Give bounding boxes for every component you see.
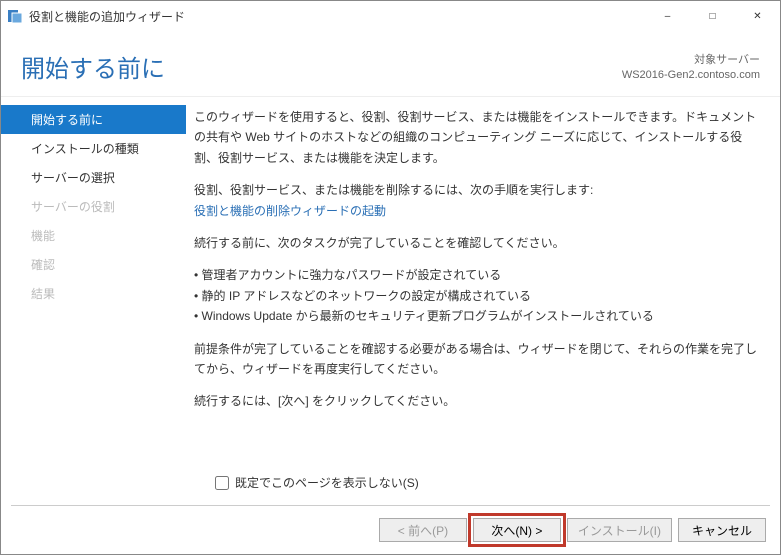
prereq-text: 前提条件が完了していることを確認する必要がある場合は、ウィザードを閉じて、それら…: [194, 339, 758, 380]
footer-buttons: < 前へ(P) 次へ(N) > インストール(I) キャンセル: [1, 506, 780, 554]
page-header: 開始する前に 対象サーバー WS2016-Gen2.contoso.com: [1, 31, 780, 97]
remove-wizard-link[interactable]: 役割と機能の削除ウィザードの起動: [194, 204, 386, 218]
task-item: Windows Update から最新のセキュリティ更新プログラムがインストール…: [194, 306, 758, 326]
remove-section: 役割、役割サービス、または機能を削除するには、次の手順を実行します: 役割と機能…: [194, 180, 758, 221]
previous-button: < 前へ(P): [379, 518, 467, 542]
maximize-button[interactable]: □: [690, 1, 735, 31]
continue-hint-text: 続行するには、[次へ] をクリックしてください。: [194, 391, 758, 411]
content-area: このウィザードを使用すると、役割、役割サービス、または機能をインストールできます…: [186, 97, 780, 466]
target-server-label: 対象サーバー: [622, 53, 760, 68]
target-server-name: WS2016-Gen2.contoso.com: [622, 68, 760, 83]
sidebar-nav: 開始する前に インストールの種類 サーバーの選択 サーバーの役割 機能 確認 結…: [1, 97, 186, 466]
skip-page-checkbox[interactable]: [215, 476, 229, 490]
app-icon: [7, 8, 23, 24]
close-button[interactable]: ✕: [735, 1, 780, 31]
next-button[interactable]: 次へ(N) >: [473, 518, 561, 542]
nav-before-you-begin[interactable]: 開始する前に: [1, 105, 186, 134]
window-buttons: – □ ✕: [645, 1, 780, 31]
nav-results: 結果: [1, 279, 186, 308]
titlebar: 役割と機能の追加ウィザード – □ ✕: [1, 1, 780, 31]
nav-installation-type[interactable]: インストールの種類: [1, 134, 186, 163]
minimize-button[interactable]: –: [645, 1, 690, 31]
page-title: 開始する前に: [21, 49, 622, 84]
skip-page-label[interactable]: 既定でこのページを表示しない(S): [235, 474, 419, 491]
nav-features: 機能: [1, 221, 186, 250]
skip-checkbox-row: 既定でこのページを表示しない(S): [1, 466, 780, 505]
intro-text: このウィザードを使用すると、役割、役割サービス、または機能をインストールできます…: [194, 107, 758, 168]
tasks-lead-text: 続行する前に、次のタスクが完了していることを確認してください。: [194, 233, 758, 253]
tasks-list: 管理者アカウントに強力なパスワードが設定されている 静的 IP アドレスなどのネ…: [194, 265, 758, 326]
remove-lead-text: 役割、役割サービス、または機能を削除するには、次の手順を実行します:: [194, 183, 593, 197]
target-server-info: 対象サーバー WS2016-Gen2.contoso.com: [622, 49, 760, 84]
wizard-body: 開始する前に インストールの種類 サーバーの選択 サーバーの役割 機能 確認 結…: [1, 97, 780, 466]
cancel-button[interactable]: キャンセル: [678, 518, 766, 542]
task-item: 静的 IP アドレスなどのネットワークの設定が構成されている: [194, 286, 758, 306]
nav-server-roles: サーバーの役割: [1, 192, 186, 221]
install-button: インストール(I): [567, 518, 672, 542]
nav-server-selection[interactable]: サーバーの選択: [1, 163, 186, 192]
nav-confirmation: 確認: [1, 250, 186, 279]
task-item: 管理者アカウントに強力なパスワードが設定されている: [194, 265, 758, 285]
window-title: 役割と機能の追加ウィザード: [29, 8, 645, 25]
